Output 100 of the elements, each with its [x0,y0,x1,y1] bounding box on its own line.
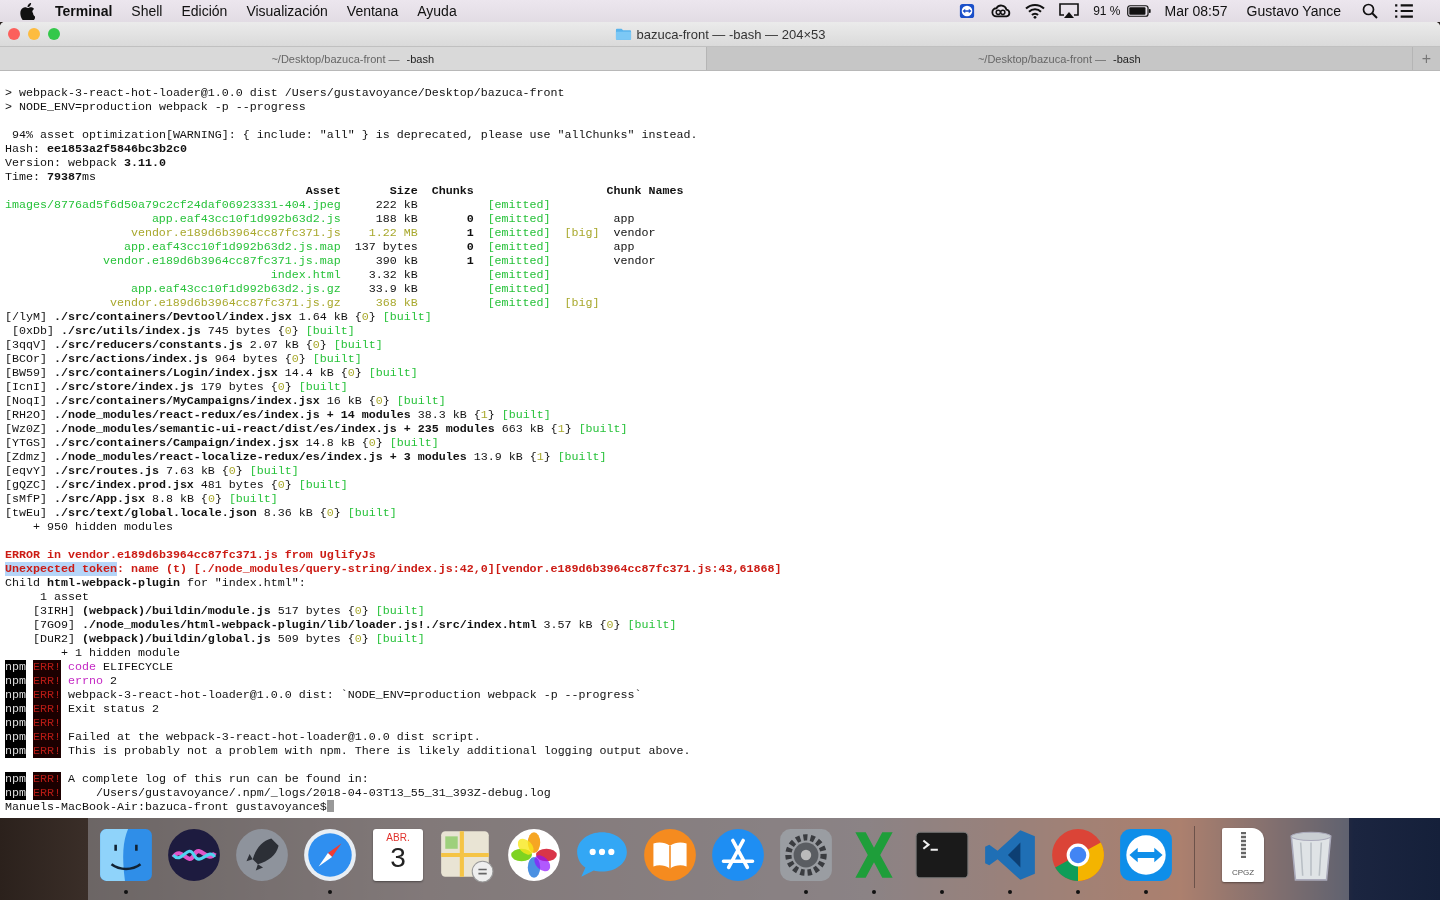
terminal-line: [BW59] ./src/containers/Login/index.jsx 14.4 kB {0} [built] [5,366,419,380]
table-cell: vendor [613,254,656,268]
npm-badge: npm [5,772,26,786]
error-badge: ERR! [33,744,61,758]
calendar-day: 3 [390,843,406,873]
browser-icon[interactable] [1049,826,1107,884]
table-cell: 1 [466,226,474,240]
table-cell: images/8776ad5f6d50a79c2cf24daf06923331-404.jpeg [5,198,341,212]
rocket-icon[interactable] [233,826,291,884]
table-cell: [emitted] [487,212,551,226]
terminal-line: [YTGS] ./src/containers/Campaign/index.jsx 14.8 kB {0} [built] [5,436,440,450]
terminal-line: [7GO9] ./node_modules/html-webpack-plugin/lib/loader.js!./src/index.html 3.57 kB {0} [built] [31,618,678,632]
table-cell: vendor [613,226,656,240]
search-icon[interactable] [1360,3,1380,19]
terminal-line: ERROR in vendor.e189d6b3964cc87fc371.js from UglifyJs [5,548,377,562]
table-cell: [big] [564,296,600,310]
npm-badge: npm [5,688,26,702]
window-title: bazuca-front — -bash — 204×53 [636,26,826,42]
compass-icon[interactable] [301,826,359,884]
orb-icon[interactable] [165,826,223,884]
log-text: /Users/gustavoyance/.npm/_logs/2018-04-03T13_55_31_393Z-debug.log [94,786,551,800]
app-store-icon[interactable] [709,826,767,884]
terminal-line: > NODE_ENV=production webpack -p --progress [5,100,307,114]
error-badge: ERR! [33,674,61,688]
terminal-line: Version: webpack 3.11.0 [5,156,167,170]
npm-badge: npm [5,702,26,716]
terminal-line: Time: 79387ms [5,170,97,184]
log-text: errno 2 [68,674,117,688]
apple-icon[interactable] [20,2,35,20]
table-cell: 0 [466,212,474,226]
table-cell-text: vendor.e189d6b3964cc87fc371.js.map [101,254,341,268]
table-cell: [emitted] [487,226,551,240]
table-cell: [emitted] [487,198,551,212]
open-book-icon[interactable] [641,826,699,884]
table-cell-text: 3.32 kB [367,268,418,282]
cloud-icon[interactable] [991,3,1012,19]
close-button[interactable] [8,28,20,40]
terminal-line: + 950 hidden modules [31,520,174,534]
table-cell-text: 33.9 kB [367,282,418,296]
table-cell: app [613,212,635,226]
table-cell: [emitted] [487,296,551,310]
terminal-line: [IcnI] ./src/store/index.js 179 bytes {0} [built] [5,380,349,394]
terminal-line: 1 asset [38,590,90,604]
airplay-icon[interactable] [1059,3,1080,19]
menu-item[interactable]: Ayuda [417,3,457,19]
error-badge: ERR! [33,730,61,744]
table-cell: 0 [466,240,474,254]
file-icon[interactable]: CPGZ [1222,828,1264,882]
terminal-line: [DuR2] (webpack)/buildin/global.js 509 bytes {0} [built] [31,632,426,646]
flower-icon[interactable] [505,826,563,884]
terminal-line: Unexpected token: name (t) [./node_modules/query-string/index.js:42,0][vendor.e189d6b3964cc87fc371.js:43,61868] [5,562,783,576]
menu-item[interactable]: Ventana [346,3,399,19]
menu-item[interactable]: Shell [131,3,163,19]
menu-item[interactable]: Visualización [246,3,328,19]
table-cell: [big] [564,226,600,240]
battery-icon[interactable] [1126,3,1151,19]
calendar-icon[interactable]: ABR. 3 [373,829,423,881]
folder-icon [614,27,632,41]
terminal-line: [RH2O] ./node_modules/react-redux/es/index.js + 14 modules 38.3 kB {1} [built] [5,408,552,422]
text-cursor [326,800,334,812]
user-name[interactable]: Gustavo Yance [1246,3,1341,19]
wifi-icon[interactable] [1025,3,1046,19]
terminal-line: [NoqI] ./src/containers/MyCampaigns/index.jsx 16 kB {0} [built] [5,394,447,408]
gear-icon[interactable] [777,826,835,884]
list-icon[interactable] [1394,3,1414,19]
error-badge: ERR! [33,716,61,730]
smiling-face-icon[interactable] [97,826,155,884]
column-header: Chunk Names [606,184,684,198]
log-text: This is probably not a problem with npm. There is likely additional logging output above. [68,744,691,758]
menu-item[interactable]: Terminal [55,3,113,19]
table-cell: [emitted] [487,268,551,282]
npm-badge: npm [5,786,26,800]
table-cell: [emitted] [487,254,551,268]
error-badge: ERR! [33,702,61,716]
terminal-line: Child html-webpack-plugin for "index.html": [5,576,307,590]
column-header: Chunks [430,184,474,198]
table-cell-text: 188 kB [374,212,418,226]
file-label: CPGZ [1231,868,1255,877]
error-badge: ERR! [33,786,61,800]
menu-item[interactable]: Edición [181,3,228,19]
terminal-line: [Zdmz] ./node_modules/react-localize-redux/es/index.js + 3 modules 13.9 kB {1} [built] [5,450,608,464]
log-text: Failed at the webpack-3-react-hot-loader@1.0.0 dist script. [68,730,481,744]
npm-badge: npm [5,730,26,744]
table-cell: app [613,240,635,254]
table-cell-text: vendor.e189d6b3964cc87fc371.js [129,226,341,240]
shell-prompt: Manuels-MacBook-Air:bazuca-front gustavoyance$ [5,800,327,814]
menu-clock[interactable]: Mar 08:57 [1164,3,1228,19]
npm-badge: npm [5,674,26,688]
error-badge: ERR! [33,772,61,786]
log-text: A complete log of this run can be found in: [68,772,369,786]
calendar-month: ABR. [386,832,410,843]
tab[interactable]: ~/Desktop/bazuca-front — -bash [0,47,707,70]
table-cell-text: app.eaf43cc10f1d992b63d2.js [150,212,341,226]
table-cell-text: vendor.e189d6b3964cc87fc371.js.gz [108,296,341,310]
table-cell-text: app.eaf43cc10f1d992b63d2.js.map [122,240,341,254]
table-cell-text: app.eaf43cc10f1d992b63d2.js.gz [129,282,341,296]
terminal-line: > webpack-3-react-hot-loader@1.0.0 dist /Users/gustavoyance/Desktop/bazuca-front [5,86,566,100]
table-cell: [emitted] [487,240,551,254]
battery-percentage: 91 % [1093,4,1121,18]
terminal-line: [eqvY] ./src/routes.js 7.63 kB {0} [built] [5,464,300,478]
